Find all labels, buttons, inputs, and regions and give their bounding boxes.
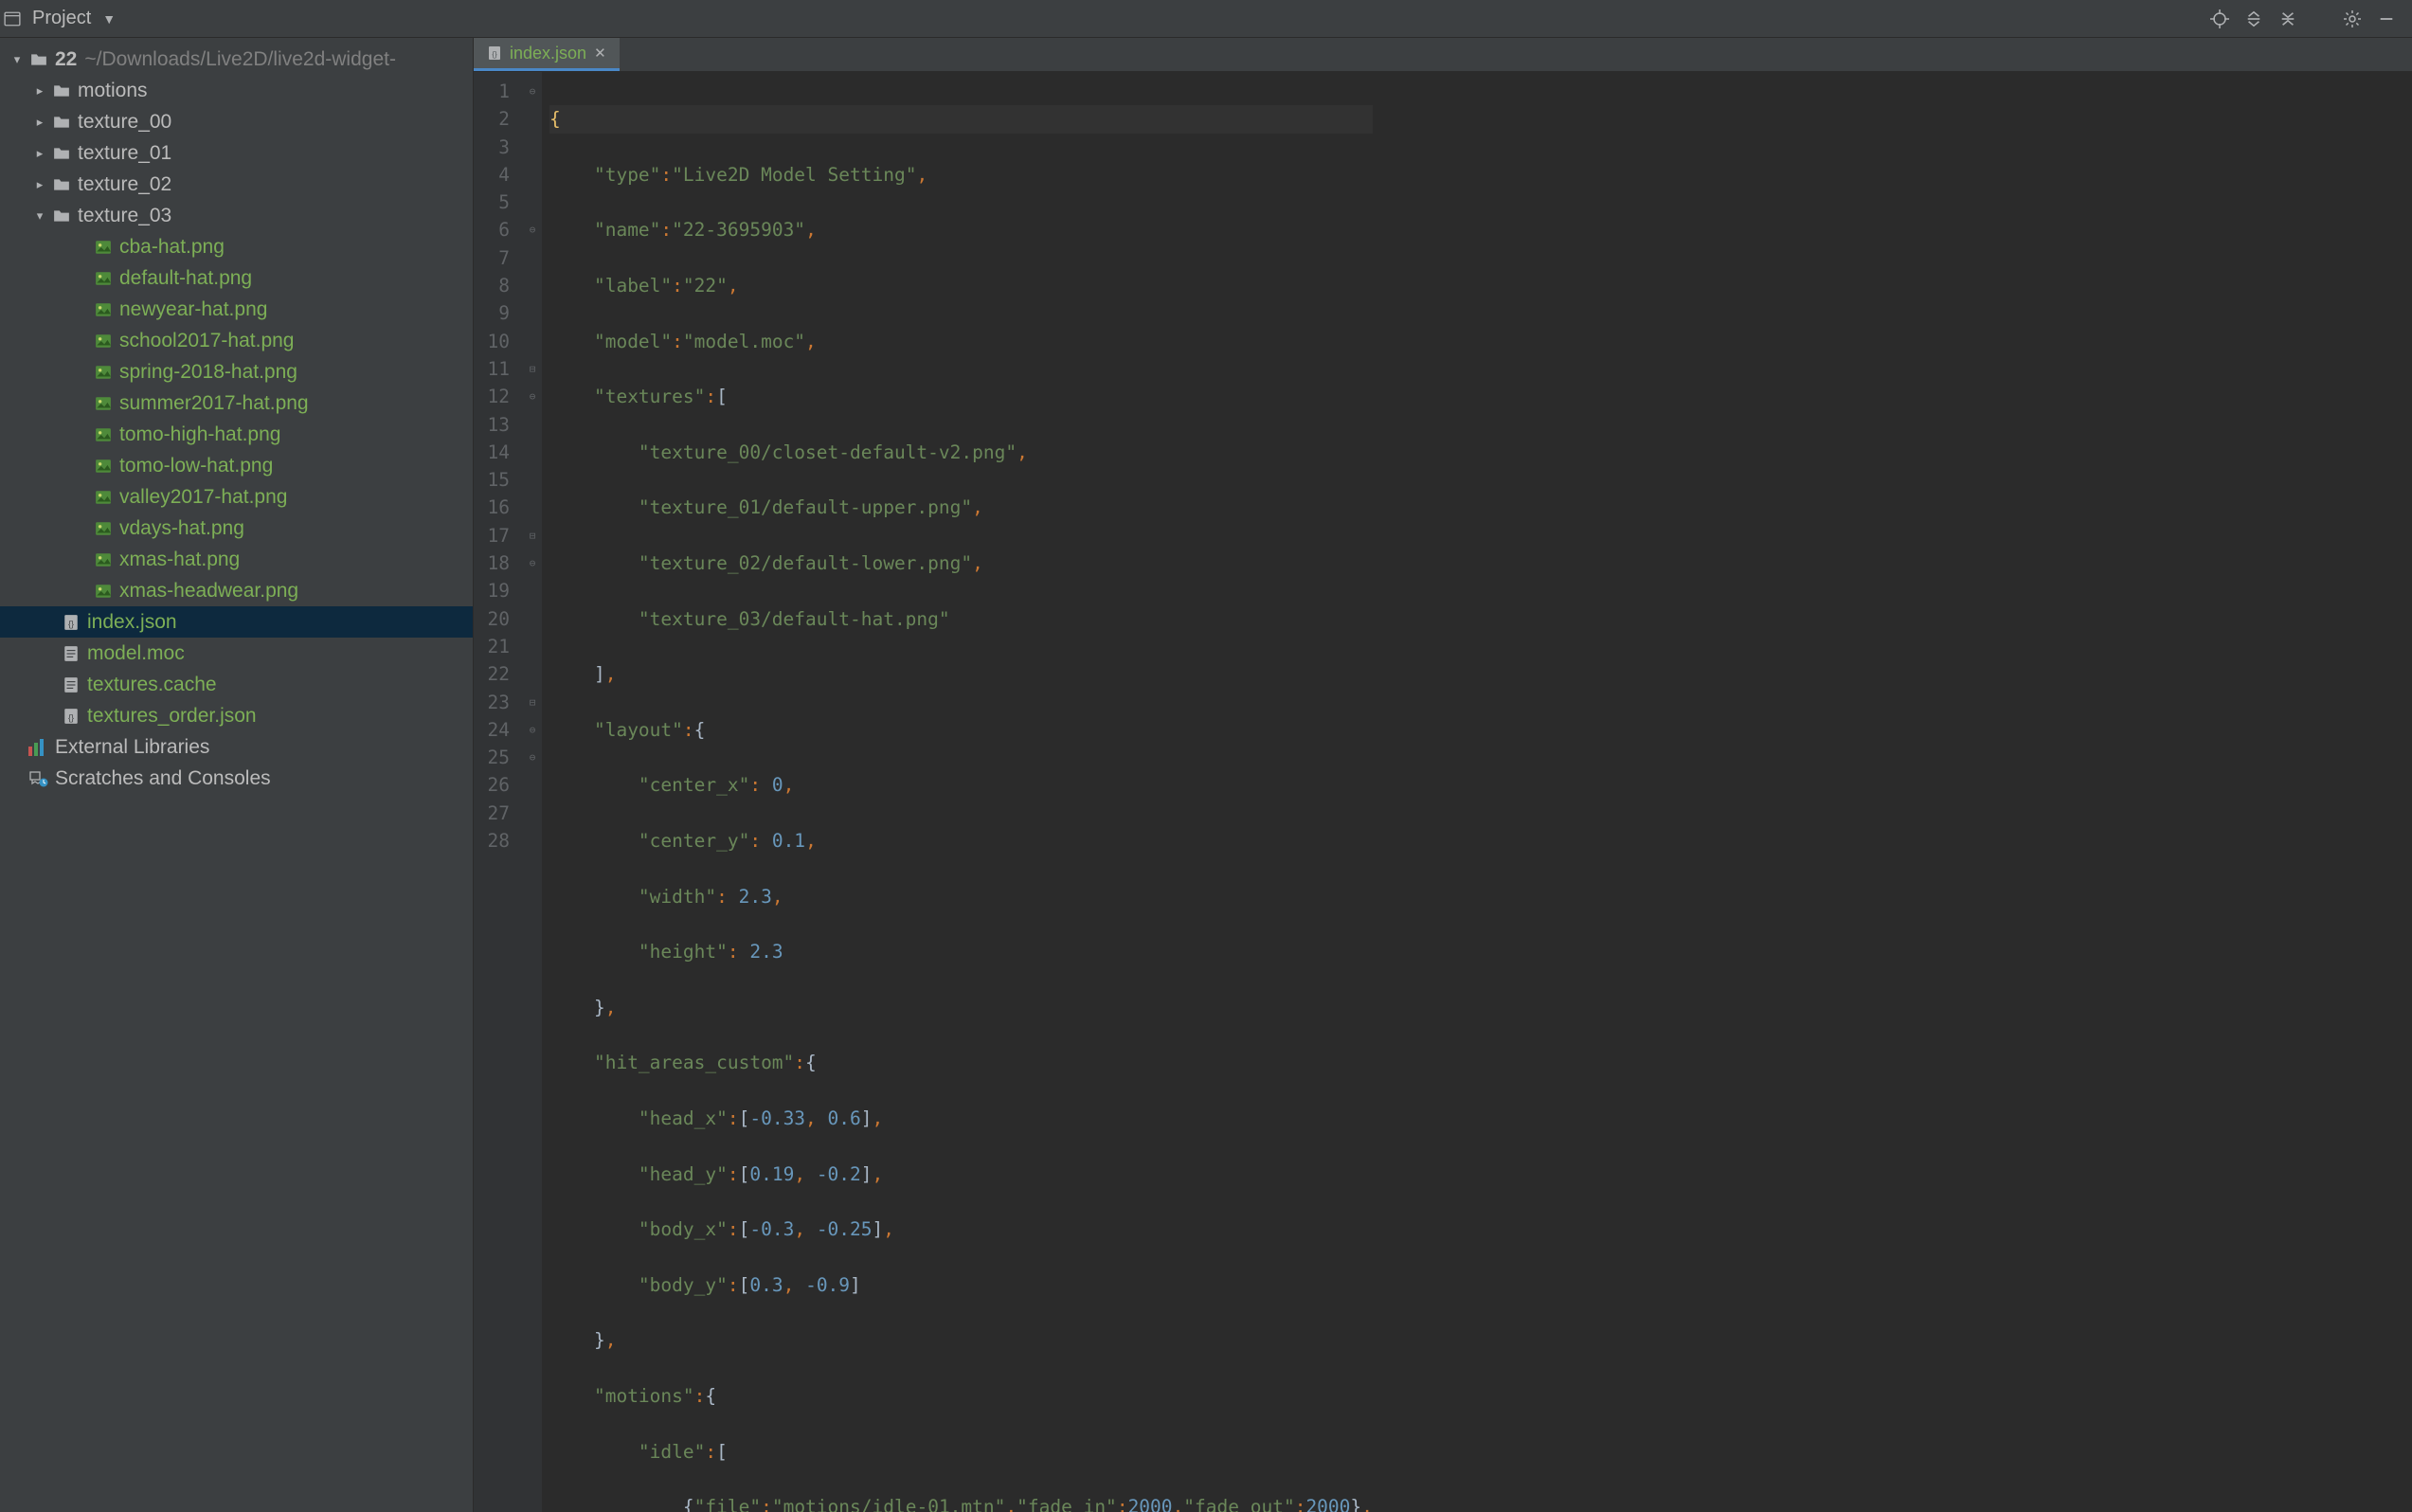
project-sidebar[interactable]: ▾ 22 ~/Downloads/Live2D/live2d-widget- ▸… — [0, 38, 474, 1512]
image-file-icon — [95, 333, 112, 350]
libraries-icon — [28, 739, 49, 756]
chevron-right-icon: ▸ — [30, 83, 49, 99]
tree-file[interactable]: school2017-hat.png — [0, 325, 473, 356]
code-editor[interactable]: 1234567891011121314151617181920212223242… — [474, 72, 2412, 1512]
gear-icon[interactable] — [2342, 9, 2363, 29]
svg-text:{}: {} — [68, 712, 74, 722]
folder-icon — [30, 51, 47, 68]
editor-tab-index-json[interactable]: {} index.json ✕ — [474, 38, 620, 71]
image-file-icon — [95, 489, 112, 506]
json-file-icon: {} — [63, 708, 80, 725]
json-file-icon: {} — [63, 614, 80, 631]
tree-file[interactable]: summer2017-hat.png — [0, 387, 473, 419]
close-icon[interactable]: ✕ — [594, 45, 606, 62]
tree-file-model-moc[interactable]: model.moc — [0, 638, 473, 669]
tree-file[interactable]: newyear-hat.png — [0, 294, 473, 325]
toolbar-actions — [2209, 9, 2397, 29]
line-number-gutter: 1234567891011121314151617181920212223242… — [474, 72, 523, 1512]
image-file-icon — [95, 364, 112, 381]
root-name: 22 — [55, 48, 77, 71]
scratches-icon — [28, 769, 49, 788]
tree-folder-texture-01[interactable]: ▸ texture_01 — [0, 137, 473, 169]
chevron-right-icon: ▸ — [30, 146, 49, 161]
tree-file[interactable]: valley2017-hat.png — [0, 481, 473, 513]
tree-file-textures-cache[interactable]: textures.cache — [0, 669, 473, 700]
editor-tab-bar: {} index.json ✕ — [474, 38, 2412, 72]
tree-file[interactable]: vdays-hat.png — [0, 513, 473, 544]
image-file-icon — [95, 520, 112, 537]
tree-file[interactable]: xmas-headwear.png — [0, 575, 473, 606]
tree-file[interactable]: default-hat.png — [0, 262, 473, 294]
window-icon — [4, 10, 21, 27]
fold-gutter[interactable]: ⊖⊖⊟⊖⊟⊖⊟⊖⊖ — [523, 72, 542, 1512]
folder-icon — [53, 145, 70, 162]
folder-icon — [53, 114, 70, 131]
svg-text:{}: {} — [492, 50, 497, 59]
folder-icon — [53, 82, 70, 99]
tree-file[interactable]: tomo-low-hat.png — [0, 450, 473, 481]
tree-file-index-json[interactable]: {} index.json — [0, 606, 473, 638]
chevron-down-icon: ▾ — [30, 208, 49, 224]
chevron-right-icon: ▸ — [30, 177, 49, 192]
tree-file[interactable]: xmas-hat.png — [0, 544, 473, 575]
project-tree: ▾ 22 ~/Downloads/Live2D/live2d-widget- ▸… — [0, 38, 473, 794]
tree-root[interactable]: ▾ 22 ~/Downloads/Live2D/live2d-widget- — [0, 44, 473, 75]
file-icon — [63, 645, 80, 662]
image-file-icon — [95, 239, 112, 256]
code-content[interactable]: { "type":"Live2D Model Setting", "name":… — [542, 72, 1373, 1512]
chevron-down-icon: ▼ — [102, 11, 116, 27]
image-file-icon — [95, 301, 112, 318]
image-file-icon — [95, 426, 112, 443]
ide-root: Project ▼ ▾ 22 ~/Downloads/Live2D/live2d… — [0, 0, 2412, 1512]
image-file-icon — [95, 395, 112, 412]
project-label: Project — [32, 8, 91, 29]
tree-file[interactable]: spring-2018-hat.png — [0, 356, 473, 387]
tree-folder-texture-03[interactable]: ▾ texture_03 — [0, 200, 473, 231]
tree-folder-texture-00[interactable]: ▸ texture_00 — [0, 106, 473, 137]
minimize-icon[interactable] — [2376, 9, 2397, 29]
expand-all-icon[interactable] — [2243, 9, 2264, 29]
project-selector[interactable]: Project ▼ — [4, 8, 116, 29]
tree-file-textures-order-json[interactable]: {} textures_order.json — [0, 700, 473, 731]
tree-scratches[interactable]: Scratches and Consoles — [0, 763, 473, 794]
folder-icon — [53, 207, 70, 225]
image-file-icon — [95, 458, 112, 475]
chevron-down-icon: ▾ — [8, 52, 27, 67]
tab-label: index.json — [510, 44, 586, 63]
chevron-right-icon: ▸ — [30, 115, 49, 130]
image-file-icon — [95, 583, 112, 600]
collapse-all-icon[interactable] — [2277, 9, 2298, 29]
tree-file[interactable]: cba-hat.png — [0, 231, 473, 262]
svg-text:{}: {} — [68, 619, 74, 628]
tree-folder-texture-02[interactable]: ▸ texture_02 — [0, 169, 473, 200]
project-toolbar: Project ▼ — [0, 0, 2412, 38]
tree-file[interactable]: tomo-high-hat.png — [0, 419, 473, 450]
image-file-icon — [95, 551, 112, 568]
locate-icon[interactable] — [2209, 9, 2230, 29]
file-icon — [63, 676, 80, 693]
editor-area: {} index.json ✕ 123456789101112131415161… — [474, 38, 2412, 1512]
tree-folder-motions[interactable]: ▸ motions — [0, 75, 473, 106]
root-path: ~/Downloads/Live2D/live2d-widget- — [84, 48, 396, 71]
json-file-icon: {} — [487, 45, 502, 61]
image-file-icon — [95, 270, 112, 287]
tree-external-libraries[interactable]: External Libraries — [0, 731, 473, 763]
folder-icon — [53, 176, 70, 193]
